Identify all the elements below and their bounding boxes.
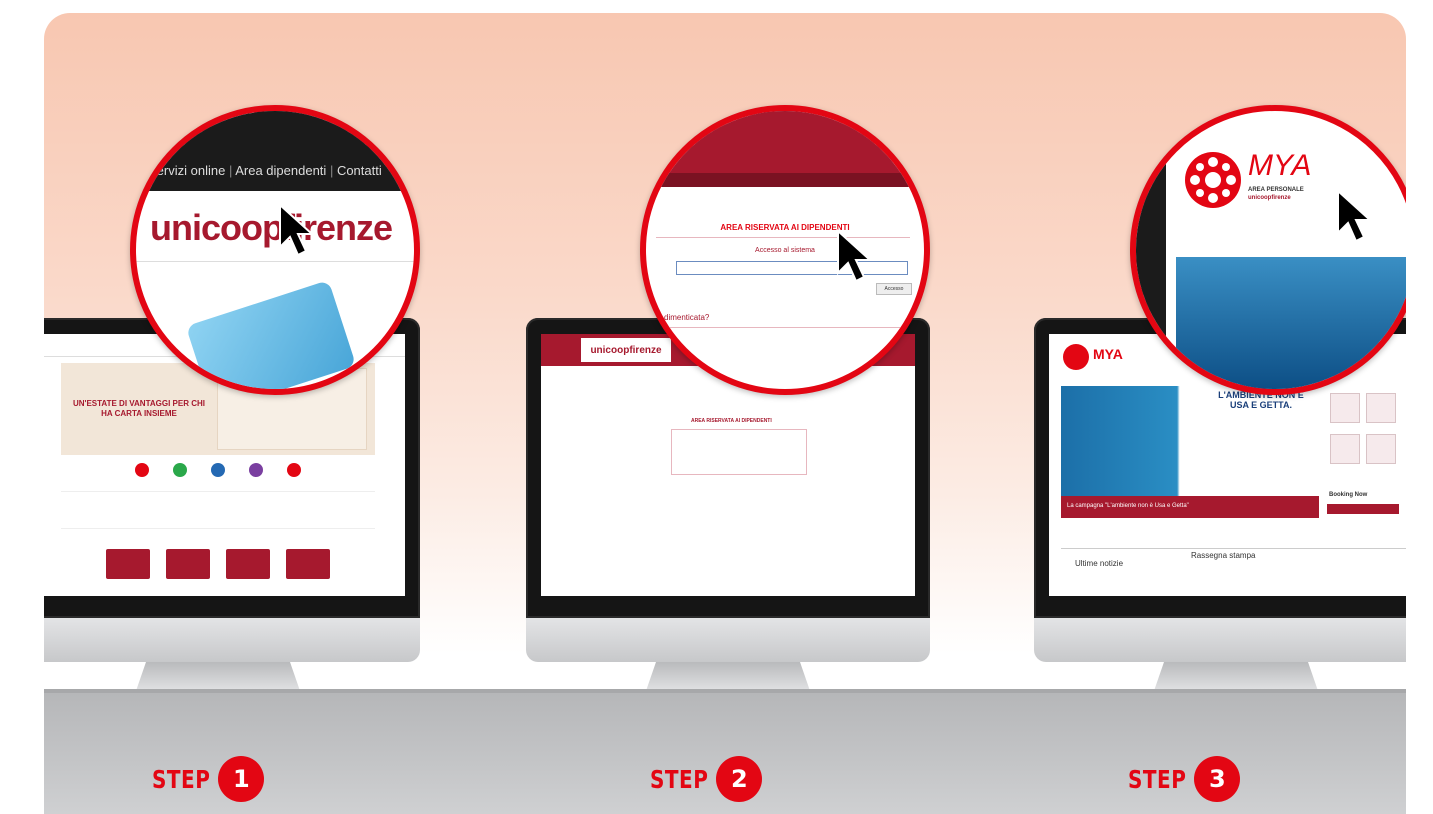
login-button[interactable]: Accesso bbox=[876, 283, 912, 295]
service-icon[interactable] bbox=[211, 463, 225, 477]
side-widgets bbox=[1327, 390, 1399, 500]
monitor-chin bbox=[526, 618, 930, 662]
tab-press-review[interactable]: Rassegna stampa bbox=[1191, 551, 1255, 560]
mya-logo-icon bbox=[1063, 344, 1089, 370]
nav-bar: Servizi online | Area dipendenti | Conta… bbox=[136, 111, 414, 191]
feature-tile[interactable] bbox=[226, 549, 270, 579]
loyalty-card bbox=[185, 280, 357, 389]
dolphin-image bbox=[1176, 257, 1406, 389]
side-button[interactable] bbox=[1327, 504, 1399, 514]
service-icon[interactable] bbox=[249, 463, 263, 477]
forgot-password-link[interactable]: dimenticata? bbox=[664, 313, 709, 322]
feature-tile[interactable] bbox=[286, 549, 330, 579]
logo-unicoop: unicoop bbox=[150, 207, 284, 248]
widget-tile[interactable] bbox=[1330, 393, 1360, 423]
zoom-logo: unicoopfirenze bbox=[150, 207, 393, 249]
service-icons bbox=[44, 463, 405, 477]
service-icon[interactable] bbox=[173, 463, 187, 477]
step-3: STEP 3 bbox=[1128, 756, 1241, 802]
hero-caption: La campagna "L'ambiente non è Usa e Gett… bbox=[1067, 503, 1189, 509]
mya-brand: MYA bbox=[1248, 149, 1312, 182]
login-form[interactable] bbox=[671, 429, 807, 475]
mouse-pointer-icon bbox=[837, 229, 873, 283]
feature-tile[interactable] bbox=[166, 549, 210, 579]
mouse-pointer-icon bbox=[1337, 189, 1373, 243]
magnifier-step-3: MYA AREA PERSONALE unicoopfirenze bbox=[1130, 105, 1406, 395]
step-label: STEP bbox=[152, 764, 211, 794]
magnifier-step-2: AREA RISERVATA AI DIPENDENTI Accesso al … bbox=[640, 105, 930, 395]
nav-servizi-online[interactable]: Servizi online bbox=[148, 163, 225, 178]
widget-tile[interactable] bbox=[1366, 393, 1396, 423]
step-number: 2 bbox=[716, 756, 763, 802]
step-number: 3 bbox=[1194, 756, 1241, 802]
mya-brand: MYA bbox=[1093, 346, 1123, 362]
nav-links: Servizi online | Area dipendenti | Conta… bbox=[148, 163, 382, 178]
floor-strip: STEP 1 STEP 2 STEP 3 bbox=[44, 689, 1406, 814]
banner-text: UN'ESTATE DI VANTAGGI PER CHI HA CARTA I… bbox=[73, 399, 205, 418]
step-1: STEP 1 bbox=[152, 756, 265, 802]
feature-tile[interactable] bbox=[106, 549, 150, 579]
widget-tile[interactable] bbox=[1330, 434, 1360, 464]
mya-sub: unicoopfirenze bbox=[1248, 195, 1291, 201]
hero-banner[interactable]: L'AMBIENTE NON È USA E GETTA. bbox=[1061, 386, 1319, 496]
news-tabs: Ultime notizie Rassegna stampa bbox=[1061, 548, 1406, 579]
monitor-chin bbox=[44, 618, 420, 662]
step-number: 1 bbox=[218, 756, 265, 802]
step-label: STEP bbox=[1128, 764, 1187, 794]
nav-area-dipendenti[interactable]: Area dipendenti bbox=[235, 163, 326, 178]
site-logo[interactable]: unicoopfirenze bbox=[581, 338, 671, 362]
nav-contatti[interactable]: Contatti bbox=[337, 163, 382, 178]
magnifier-step-1: Servizi online | Area dipendenti | Conta… bbox=[130, 105, 420, 395]
header-bar bbox=[646, 111, 924, 173]
search-area bbox=[61, 491, 375, 529]
step-2: STEP 2 bbox=[650, 756, 763, 802]
service-icon[interactable] bbox=[135, 463, 149, 477]
mya-tagline: AREA PERSONALE bbox=[1248, 187, 1304, 193]
service-icon[interactable] bbox=[287, 463, 301, 477]
hero-caption-bar: La campagna "L'ambiente non è Usa e Gett… bbox=[1061, 496, 1319, 518]
form-title: Accesso al sistema bbox=[755, 247, 815, 254]
tutorial-panel: unicoopfirenze UN'ESTATE DI VANTAGGI PER… bbox=[44, 13, 1406, 814]
widget-tile[interactable] bbox=[1366, 434, 1396, 464]
area-title: AREA RISERVATA AI DIPENDENTI bbox=[691, 418, 772, 424]
side-label: Booking Now bbox=[1329, 492, 1368, 498]
mouse-pointer-icon bbox=[279, 203, 315, 257]
monitor-chin bbox=[1034, 618, 1406, 662]
mya-logo-icon bbox=[1185, 152, 1241, 208]
step-label: STEP bbox=[650, 764, 709, 794]
tab-latest-news[interactable]: Ultime notizie bbox=[1075, 559, 1123, 568]
area-reserved-title: AREA RISERVATA AI DIPENDENTI bbox=[720, 223, 850, 232]
feature-tiles bbox=[44, 549, 405, 579]
